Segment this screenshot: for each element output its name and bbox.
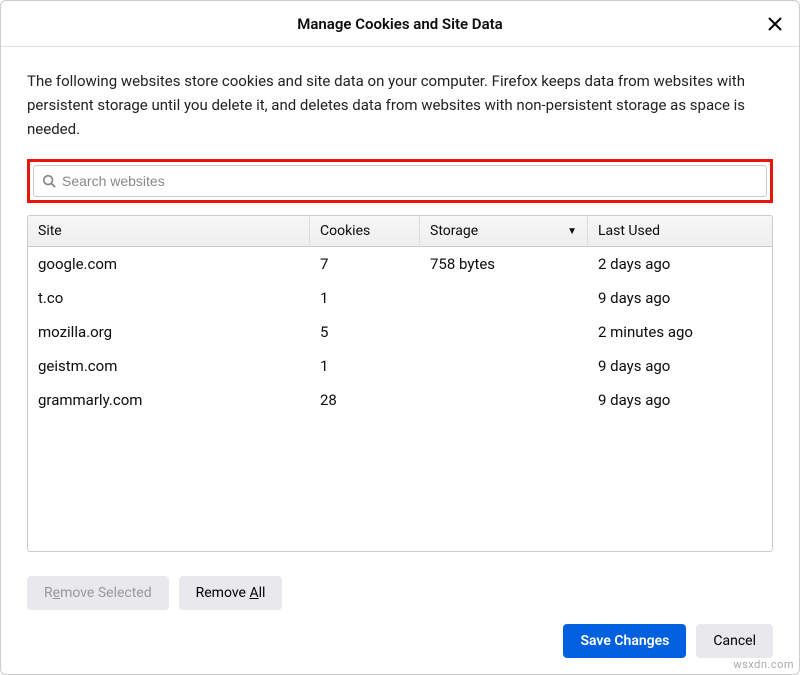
remove-all-button[interactable]: Remove All [179,576,283,610]
cell-cookies: 1 [310,287,420,309]
cell-last_used: 9 days ago [588,287,772,309]
table-row[interactable]: google.com7758 bytes2 days ago [28,247,772,281]
cell-storage [420,287,588,309]
table-header: Site Cookies Storage▼ Last Used [28,216,772,247]
cell-cookies: 1 [310,355,420,377]
table-row[interactable]: t.co1 9 days ago [28,281,772,315]
cell-site: t.co [28,287,310,309]
search-input[interactable] [62,173,758,189]
cell-cookies: 5 [310,321,420,343]
column-header-last-used[interactable]: Last Used [588,216,772,246]
save-changes-button[interactable]: Save Changes [563,624,686,658]
close-icon [767,16,783,32]
footer-right: Save Changes Cancel [1,616,799,674]
cell-site: google.com [28,253,310,275]
dialog-title: Manage Cookies and Site Data [297,15,502,33]
cell-last_used: 2 days ago [588,253,772,275]
cell-storage [420,321,588,343]
cell-storage [420,389,588,411]
search-highlight-box [27,159,773,203]
watermark: wsxdn.com [733,658,794,671]
dialog-description: The following websites store cookies and… [27,69,773,141]
close-button[interactable] [765,14,785,34]
column-header-site[interactable]: Site [28,216,310,246]
footer-left: Remove Selected Remove All [1,562,799,616]
manage-cookies-dialog: Manage Cookies and Site Data The followi… [0,0,800,675]
cell-storage [420,355,588,377]
column-header-storage[interactable]: Storage▼ [420,216,588,246]
remove-selected-button[interactable]: Remove Selected [27,576,169,610]
cell-last_used: 2 minutes ago [588,321,772,343]
cell-storage: 758 bytes [420,253,588,275]
dialog-titlebar: Manage Cookies and Site Data [1,1,799,47]
table-body: google.com7758 bytes2 days agot.co19 day… [28,247,772,551]
cell-site: geistm.com [28,355,310,377]
sort-desc-icon: ▼ [567,226,577,237]
table-row[interactable]: grammarly.com28 9 days ago [28,383,772,417]
sites-table: Site Cookies Storage▼ Last Used google.c… [27,215,773,552]
table-row[interactable]: mozilla.org5 2 minutes ago [28,315,772,349]
table-row[interactable]: geistm.com1 9 days ago [28,349,772,383]
search-field[interactable] [33,165,767,197]
cell-site: mozilla.org [28,321,310,343]
cancel-button[interactable]: Cancel [696,624,773,658]
cell-last_used: 9 days ago [588,389,772,411]
column-header-cookies[interactable]: Cookies [310,216,420,246]
cell-site: grammarly.com [28,389,310,411]
search-icon [42,174,56,188]
cell-cookies: 7 [310,253,420,275]
dialog-content: The following websites store cookies and… [1,47,799,562]
cell-cookies: 28 [310,389,420,411]
cell-last_used: 9 days ago [588,355,772,377]
